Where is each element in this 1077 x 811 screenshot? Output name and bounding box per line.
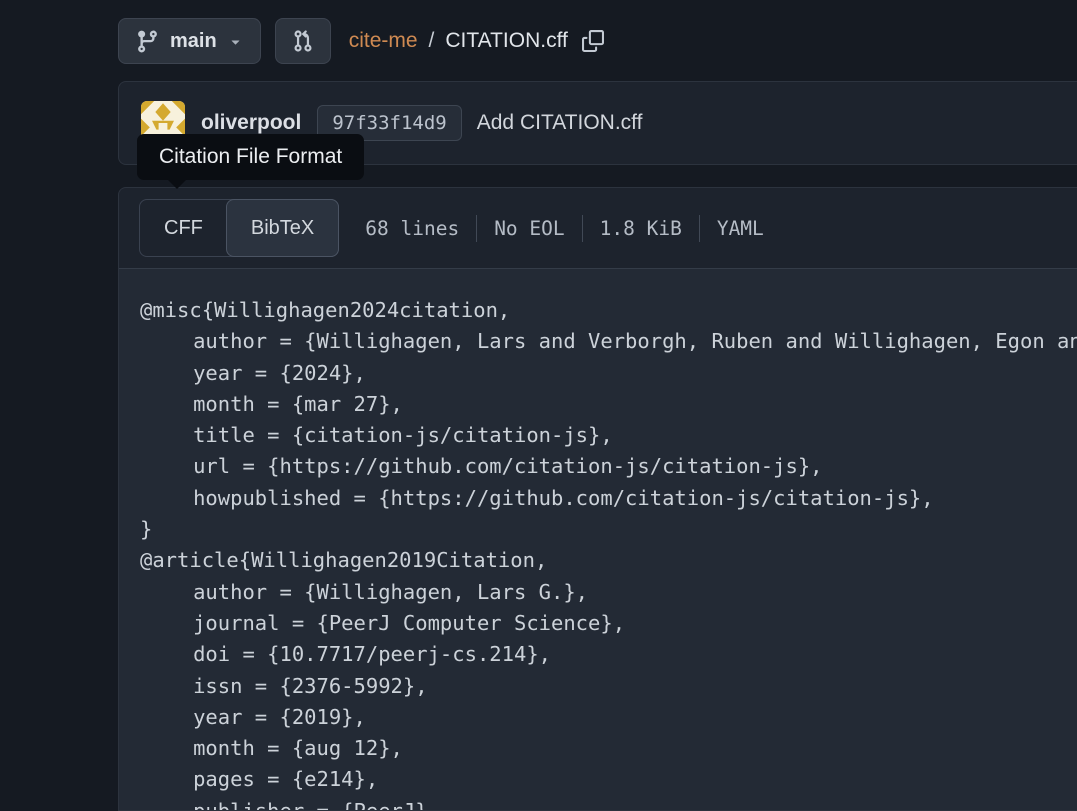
current-branch-label: main (170, 30, 217, 53)
file-eol-info: No EOL (494, 217, 564, 240)
file-size: 1.8 KiB (600, 217, 682, 240)
file-meta-info: 68 lines No EOL 1.8 KiB YAML (365, 215, 764, 242)
meta-divider (476, 215, 477, 242)
cff-tooltip: Citation File Format (137, 134, 364, 180)
code-content: @misc{Willighagen2024citation, author = … (119, 269, 1077, 810)
branch-selector-button[interactable]: main (118, 18, 261, 64)
file-view-page: main cite-me / CITATION.cff (118, 0, 1077, 811)
file-language: YAML (717, 217, 764, 240)
breadcrumb-separator: / (429, 29, 435, 53)
file-toolbar: main cite-me / CITATION.cff (118, 0, 1077, 64)
breadcrumb-file-name: CITATION.cff (445, 29, 568, 53)
compare-branches-button[interactable] (275, 18, 331, 64)
git-branch-icon (135, 29, 160, 54)
copy-path-button[interactable] (582, 30, 604, 52)
tab-bibtex[interactable]: BibTeX (226, 199, 339, 257)
file-header: CFF BibTeX 68 lines No EOL 1.8 KiB YAML (119, 188, 1077, 269)
git-compare-icon (290, 28, 316, 54)
commit-message-link[interactable]: Add CITATION.cff (477, 111, 643, 135)
meta-divider (699, 215, 700, 242)
file-content-box: CFF BibTeX 68 lines No EOL 1.8 KiB YAML … (118, 187, 1077, 811)
chevron-down-icon (227, 33, 244, 50)
code-pane: @misc{Willighagen2024citation, author = … (119, 269, 1077, 810)
meta-divider (582, 215, 583, 242)
tab-cff[interactable]: CFF (140, 200, 227, 256)
file-lines-count: 68 lines (365, 217, 459, 240)
breadcrumb: cite-me / CITATION.cff (349, 29, 604, 53)
breadcrumb-repo-link[interactable]: cite-me (349, 29, 418, 53)
copy-icon (582, 30, 604, 52)
latest-commit-bar: oliverpool 97f33f14d9 Add CITATION.cff C… (118, 81, 1077, 165)
render-mode-tab-group: CFF BibTeX (139, 199, 339, 257)
commit-author-link[interactable]: oliverpool (201, 111, 301, 135)
